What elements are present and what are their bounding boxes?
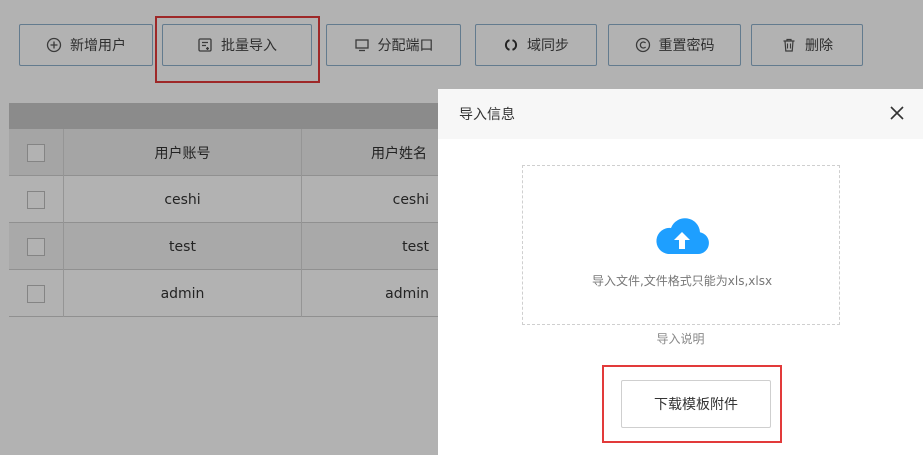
close-icon[interactable] xyxy=(885,101,909,125)
import-guide-text: 导入说明 xyxy=(656,332,705,346)
import-dialog: 导入信息 导入文件,文件格式只能为xls,xlsx 导入说明 下载模板附件 xyxy=(438,89,923,455)
dialog-header: 导入信息 xyxy=(438,89,923,140)
dialog-body: 导入文件,文件格式只能为xls,xlsx 导入说明 下载模板附件 xyxy=(438,139,923,455)
upload-dropzone[interactable]: 导入文件,文件格式只能为xls,xlsx xyxy=(522,165,840,325)
dialog-title: 导入信息 xyxy=(459,107,515,123)
upload-tip: 导入文件,文件格式只能为xls,xlsx xyxy=(591,274,773,288)
user-management-page: 新增用户 批量导入 分配端口 域同步 重置密码 删除 用户账号 用户姓名 ces… xyxy=(0,0,923,455)
highlight-download-template xyxy=(602,365,782,443)
cloud-upload-icon xyxy=(656,218,709,254)
